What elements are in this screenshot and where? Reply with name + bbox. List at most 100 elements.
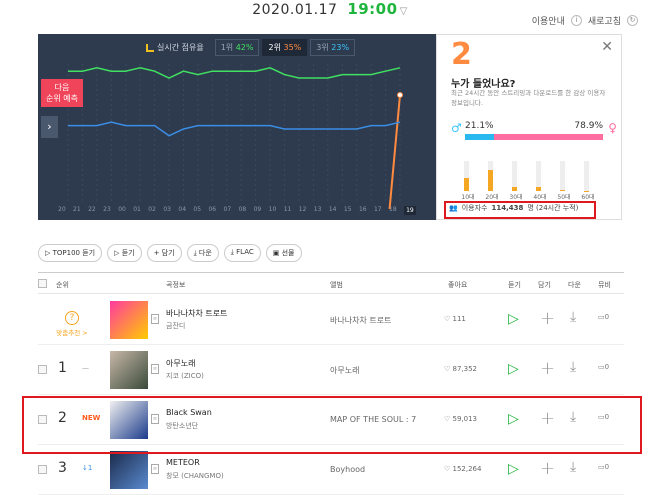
play-icon[interactable]: ▷ — [508, 361, 519, 377]
age-fill — [560, 190, 565, 191]
gift-button[interactable]: ▣ 선물 — [266, 244, 302, 262]
age-label: 20대 — [481, 192, 503, 201]
mv-icon[interactable]: ▭0 — [598, 313, 609, 321]
album-art[interactable] — [110, 301, 148, 339]
album-art[interactable] — [110, 451, 148, 489]
artist-name[interactable]: 지코 (ZICO) — [166, 371, 204, 381]
age-label: 10대 — [457, 192, 479, 201]
hour-axis: 2021222300010203040506070809101112131415… — [58, 206, 416, 215]
rank-number: 3 — [58, 460, 67, 476]
song-title[interactable]: 바나나차차 트로트 — [166, 308, 227, 319]
next-rank-prediction[interactable]: 다음순위 예측 — [41, 79, 83, 107]
col-add: 담기 — [538, 280, 551, 290]
legend-rank1[interactable]: 1위 42% — [215, 39, 260, 56]
album-art[interactable] — [110, 351, 148, 389]
add-button[interactable]: + 담기 — [147, 244, 182, 262]
album-name[interactable]: 아무노래 — [330, 365, 359, 376]
top100-listen-button[interactable]: ▷ TOP100 듣기 — [38, 244, 102, 262]
mv-icon[interactable]: ▭0 — [598, 363, 609, 371]
close-icon[interactable]: ✕ — [601, 39, 613, 55]
artist-name[interactable]: 금잔디 — [166, 321, 185, 331]
album-name[interactable]: Boyhood — [330, 465, 365, 474]
age-bar-60대: 60대 — [577, 153, 599, 201]
table-row[interactable]: ?맞춤추천 > ≡ 바나나차차 트로트금잔디 바나나차차 트로트 ♡ 111 ▷ + ⤓ ▭0 — [38, 296, 624, 345]
flac-button[interactable]: ⤓ FLAC — [224, 244, 261, 262]
hour-tick: 15 — [344, 206, 352, 215]
gender-ratio: ♂ 21.1% 78.9% ♀ — [451, 121, 617, 145]
download-icon[interactable]: ⤓ — [570, 309, 576, 325]
info-icon[interactable]: i — [571, 15, 582, 26]
hour-tick: 00 — [118, 206, 126, 215]
question-icon: ? — [65, 311, 79, 325]
play-icon[interactable]: ▷ — [508, 461, 519, 477]
hour-tick: 08 — [239, 206, 247, 215]
hour-tick: 14 — [329, 206, 337, 215]
col-down: 다운 — [568, 280, 581, 290]
like-button[interactable]: ♡ 111 — [444, 315, 466, 323]
chevron-down-icon[interactable]: ▽ — [400, 6, 408, 17]
series-line-2 — [390, 95, 400, 209]
hour-tick: 16 — [359, 206, 367, 215]
rank-change: ↓1 — [82, 464, 92, 472]
download-icon[interactable]: ⤓ — [570, 359, 576, 375]
refresh-icon[interactable]: ↻ — [627, 15, 638, 26]
add-icon[interactable]: + — [540, 358, 555, 379]
col-like: 좋아요 — [448, 280, 467, 290]
hour-tick: 23 — [103, 206, 111, 215]
table-header: 순위 곡정보 앨범 좋아요 듣기 담기 다운 뮤비 — [38, 272, 624, 294]
artist-name[interactable]: 창모 (CHANGMO) — [166, 471, 224, 481]
mv-icon[interactable]: ▭0 — [598, 463, 609, 471]
col-listen: 듣기 — [508, 280, 521, 290]
chart-legend: 실시간 점유율 1위 42% 2위 35% 3위 23% — [146, 39, 355, 56]
hour-tick: 17 — [374, 206, 382, 215]
play-icon[interactable]: ▷ — [508, 311, 519, 327]
add-icon[interactable]: + — [540, 458, 555, 479]
age-bar-30대: 30대 — [505, 153, 527, 201]
chevron-right-icon[interactable]: › — [41, 116, 58, 138]
song-info-icon[interactable]: ≡ — [151, 464, 159, 474]
listener-panel: 2 ✕ 누가 들었나요? 최근 24시간 동안 스트리밍과 다운로드를 한 감상… — [436, 34, 622, 220]
col-info: 곡정보 — [166, 280, 185, 290]
hour-tick: 12 — [299, 206, 307, 215]
row-checkbox[interactable] — [38, 365, 47, 374]
album-name[interactable]: 바나나차차 트로트 — [330, 315, 391, 326]
current-point — [398, 93, 403, 98]
hour-tick: 21 — [73, 206, 81, 215]
male-pct: 21.1% — [465, 121, 494, 131]
like-button[interactable]: ♡ 87,352 — [444, 365, 477, 373]
chart-time: 19:00 — [347, 0, 397, 18]
legend-rank2[interactable]: 2위 35% — [262, 39, 307, 56]
download-button[interactable]: ⤓ 다운 — [187, 244, 219, 262]
select-all-checkbox[interactable] — [38, 279, 47, 288]
refresh-link[interactable]: 새로고침 — [588, 14, 621, 27]
list-toolbar: ▷ TOP100 듣기 ▷ 듣기 + 담기 ⤓ 다운 ⤓ FLAC ▣ 선물 — [38, 244, 302, 262]
chart-date: 2020.01.17 — [252, 2, 337, 18]
help-link[interactable]: 이용안내 — [532, 14, 565, 27]
listen-button[interactable]: ▷ 듣기 — [107, 244, 142, 262]
hour-tick: 13 — [314, 206, 322, 215]
hour-tick: 06 — [208, 206, 216, 215]
hour-tick: 18 — [389, 206, 397, 215]
age-distribution: 10대20대30대40대50대60대 — [457, 153, 599, 201]
panel-description: 최근 24시간 동안 스트리밍과 다운로드를 한 감상 이용자 정보입니다. — [451, 88, 611, 108]
song-info-icon[interactable]: ≡ — [151, 364, 159, 374]
song-title[interactable]: METEOR — [166, 458, 200, 467]
download-icon[interactable]: ⤓ — [570, 459, 576, 475]
age-bar-40대: 40대 — [529, 153, 551, 201]
rank-number: 1 — [58, 360, 67, 376]
panel-rank: 2 — [451, 37, 472, 72]
hour-tick: 03 — [163, 206, 171, 215]
add-icon[interactable]: + — [540, 308, 555, 329]
row-checkbox[interactable] — [38, 465, 47, 474]
like-button[interactable]: ♡ 152,264 — [444, 465, 481, 473]
highlight-box-row — [22, 396, 642, 454]
hour-tick: 10 — [269, 206, 277, 215]
table-row[interactable]: 1—≡아무노래지코 (ZICO)아무노래♡ 87,352▷+⤓▭0 — [38, 346, 624, 395]
hour-tick: 02 — [148, 206, 156, 215]
share-chart-svg — [38, 34, 436, 220]
song-title[interactable]: 아무노래 — [166, 358, 195, 369]
song-info-icon[interactable]: ≡ — [151, 314, 159, 324]
age-fill — [512, 187, 517, 192]
legend-rank3[interactable]: 3위 23% — [310, 39, 355, 56]
recommend-badge[interactable]: ?맞춤추천 > — [46, 305, 98, 337]
